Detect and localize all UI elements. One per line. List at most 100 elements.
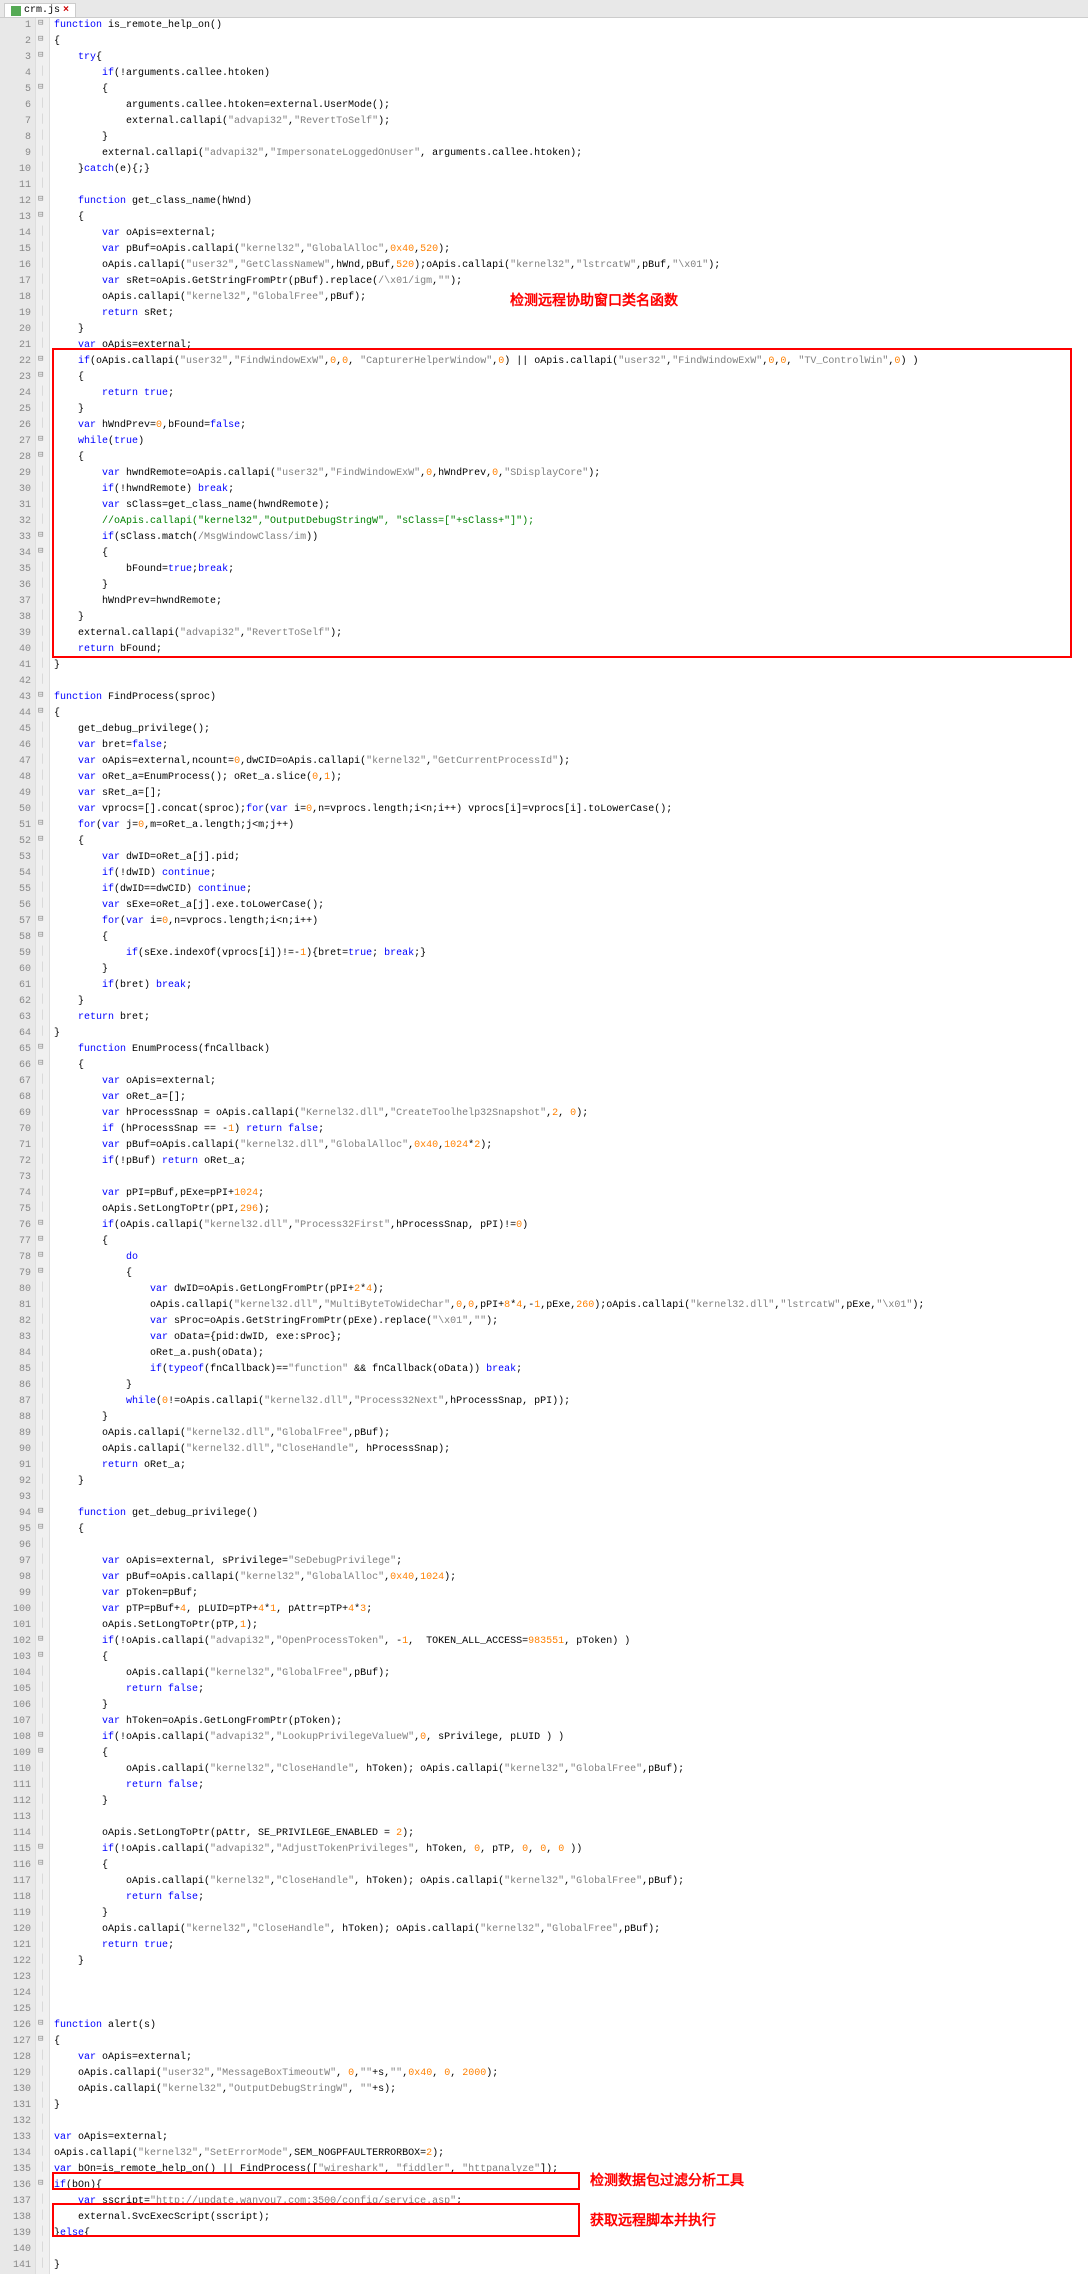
code-line[interactable]: { [54,1858,1088,1874]
code-line[interactable]: var pBuf=oApis.callapi("kernel32","Globa… [54,1570,1088,1586]
code-line[interactable]: var bret=false; [54,738,1088,754]
fold-marker[interactable] [36,1938,49,1954]
code-line[interactable]: return false; [54,1778,1088,1794]
fold-marker[interactable] [36,1714,49,1730]
fold-marker[interactable] [36,1522,49,1538]
fold-marker[interactable] [36,450,49,466]
fold-marker[interactable] [36,1842,49,1858]
code-line[interactable]: if(bret) break; [54,978,1088,994]
fold-marker[interactable] [36,498,49,514]
code-line[interactable]: oRet_a.push(oData); [54,1346,1088,1362]
fold-marker[interactable] [36,1154,49,1170]
code-line[interactable] [54,2242,1088,2258]
fold-marker[interactable] [36,1138,49,1154]
code-line[interactable]: function alert(s) [54,2018,1088,2034]
fold-marker[interactable] [36,1186,49,1202]
fold-marker[interactable] [36,850,49,866]
fold-marker[interactable] [36,1010,49,1026]
fold-marker[interactable] [36,1250,49,1266]
fold-marker[interactable] [36,98,49,114]
code-line[interactable]: if(sExe.indexOf(vprocs[i])!=-1){bret=tru… [54,946,1088,962]
code-line[interactable]: { [54,1522,1088,1538]
code-line[interactable]: var hProcessSnap = oApis.callapi("Kernel… [54,1106,1088,1122]
fold-marker[interactable] [36,130,49,146]
fold-marker[interactable] [36,1282,49,1298]
code-line[interactable]: var sExe=oRet_a[j].exe.toLowerCase(); [54,898,1088,914]
fold-marker[interactable] [36,1218,49,1234]
code-line[interactable]: { [54,82,1088,98]
fold-marker[interactable] [36,1394,49,1410]
fold-marker[interactable] [36,2178,49,2194]
fold-marker[interactable] [36,2210,49,2226]
code-line[interactable]: var oApis=external; [54,338,1088,354]
fold-marker[interactable] [36,1090,49,1106]
fold-marker[interactable] [36,1858,49,1874]
code-line[interactable]: if(oApis.callapi("user32","FindWindowExW… [54,354,1088,370]
fold-marker[interactable] [36,658,49,674]
code-line[interactable]: var sProc=oApis.GetStringFromPtr(pExe).r… [54,1314,1088,1330]
code-line[interactable]: }catch(e){;} [54,162,1088,178]
code-line[interactable]: var oRet_a=EnumProcess(); oRet_a.slice(0… [54,770,1088,786]
code-line[interactable]: var dwID=oRet_a[j].pid; [54,850,1088,866]
code-line[interactable] [54,674,1088,690]
code-line[interactable]: var dwID=oApis.GetLongFromPtr(pPI+2*4); [54,1282,1088,1298]
code-line[interactable]: var oRet_a=[]; [54,1090,1088,1106]
fold-marker[interactable] [36,1746,49,1762]
fold-marker[interactable] [36,1170,49,1186]
fold-marker[interactable] [36,50,49,66]
code-line[interactable]: get_debug_privilege(); [54,722,1088,738]
code-line[interactable]: var oApis=external,ncount=0,dwCID=oApis.… [54,754,1088,770]
fold-marker[interactable] [36,770,49,786]
fold-marker[interactable] [36,1762,49,1778]
code-line[interactable]: } [54,2098,1088,2114]
fold-marker[interactable] [36,210,49,226]
code-line[interactable]: oApis.callapi("kernel32.dll","MultiByteT… [54,1298,1088,1314]
fold-marker[interactable] [36,1378,49,1394]
fold-marker[interactable] [36,1298,49,1314]
fold-marker[interactable] [36,1266,49,1282]
fold-marker[interactable] [36,2226,49,2242]
code-line[interactable]: for(var j=0,m=oRet_a.length;j<m;j++) [54,818,1088,834]
fold-marker[interactable] [36,466,49,482]
fold-marker[interactable] [36,2082,49,2098]
fold-marker[interactable] [36,738,49,754]
code-line[interactable]: } [54,658,1088,674]
code-line[interactable]: } [54,1378,1088,1394]
code-line[interactable]: { [54,706,1088,722]
fold-marker[interactable] [36,786,49,802]
code-line[interactable]: oApis.callapi("kernel32","CloseHandle", … [54,1922,1088,1938]
fold-marker[interactable] [36,1618,49,1634]
code-line[interactable]: } [54,1474,1088,1490]
code-line[interactable]: return bret; [54,1010,1088,1026]
code-line[interactable]: var oApis=external; [54,2130,1088,2146]
code-line[interactable]: } [54,322,1088,338]
code-line[interactable]: } [54,402,1088,418]
code-line[interactable]: { [54,930,1088,946]
code-line[interactable]: oApis.SetLongToPtr(pPI,296); [54,1202,1088,1218]
fold-marker[interactable] [36,802,49,818]
code-line[interactable]: oApis.callapi("user32","MessageBoxTimeou… [54,2066,1088,2082]
code-line[interactable]: var pBuf=oApis.callapi("kernel32.dll","G… [54,1138,1088,1154]
fold-marker[interactable] [36,1730,49,1746]
fold-marker[interactable] [36,1474,49,1490]
fold-marker[interactable] [36,1506,49,1522]
fold-marker[interactable] [36,626,49,642]
fold-marker[interactable] [36,642,49,658]
code-line[interactable]: oApis.callapi("kernel32.dll","GlobalFree… [54,1426,1088,1442]
fold-marker[interactable] [36,1442,49,1458]
code-line[interactable]: } [54,130,1088,146]
fold-marker[interactable] [36,1890,49,1906]
code-line[interactable]: { [54,1650,1088,1666]
code-line[interactable]: hWndPrev=hwndRemote; [54,594,1088,610]
code-area[interactable]: function is_remote_help_on(){ try{ if(!a… [50,18,1088,2274]
code-line[interactable]: for(var i=0,n=vprocs.length;i<n;i++) [54,914,1088,930]
fold-marker[interactable] [36,1202,49,1218]
code-line[interactable] [54,1986,1088,2002]
code-line[interactable]: external.SvcExecScript(sscript); [54,2210,1088,2226]
fold-marker[interactable] [36,34,49,50]
fold-gutter[interactable] [36,18,50,2274]
fold-marker[interactable] [36,866,49,882]
fold-marker[interactable] [36,2018,49,2034]
fold-marker[interactable] [36,1074,49,1090]
fold-marker[interactable] [36,834,49,850]
